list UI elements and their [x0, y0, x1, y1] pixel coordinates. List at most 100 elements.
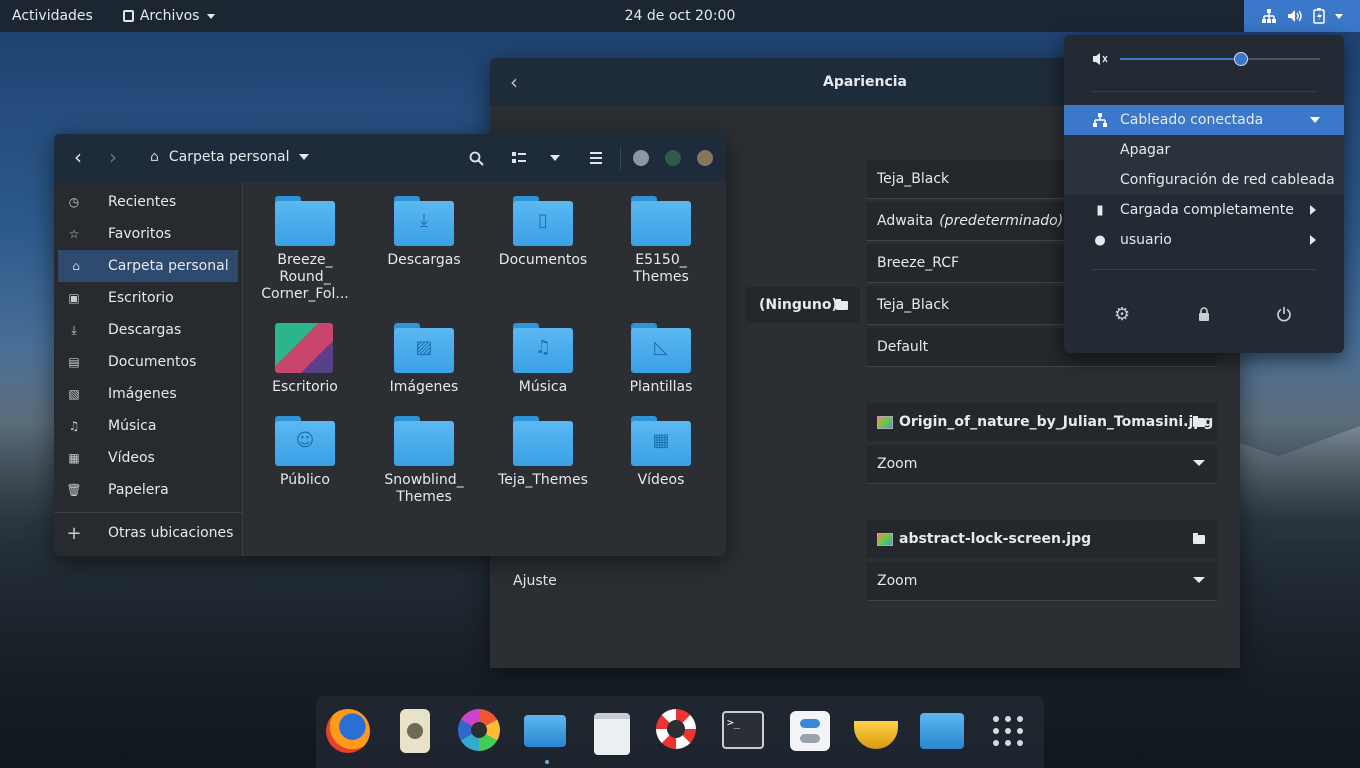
file-item[interactable]: ♫ Música: [484, 323, 602, 396]
document-icon: ▤: [68, 355, 80, 369]
activities-button[interactable]: Actividades: [12, 8, 93, 24]
volume-icon: [1288, 10, 1302, 22]
genie-lamp-icon[interactable]: [854, 709, 900, 755]
download-icon: ⤓: [71, 322, 77, 337]
files-icon[interactable]: [524, 709, 570, 755]
star-icon: ☆: [68, 227, 80, 241]
file-item-label: E5150_ Themes: [633, 252, 689, 285]
sidebar-item-1[interactable]: ☆ Favoritos: [54, 218, 242, 250]
tweaks-icon[interactable]: [788, 709, 834, 755]
shell-theme-none-button[interactable]: (Ninguno): [746, 287, 860, 323]
background-image-button[interactable]: Origin_of_nature_by_Julian_Tomasini.jpg: [867, 403, 1217, 441]
sidebar-item-label: Imágenes: [108, 386, 177, 402]
menu-item-wired-settings[interactable]: Configuración de red cableada: [1064, 165, 1344, 195]
clock-icon: ◷: [68, 195, 80, 209]
search-icon[interactable]: [469, 151, 484, 166]
rhythmbox-icon[interactable]: [392, 709, 438, 755]
volume-slider[interactable]: [1120, 52, 1320, 66]
file-grid: Breeze_ Round_ Corner_Fol... ⤓ Descargas ▯ D…: [242, 182, 726, 556]
dock: >_: [316, 696, 1044, 768]
file-item[interactable]: ▦ Vídeos: [602, 416, 720, 489]
sidebar-item-6[interactable]: ▧ Imágenes: [54, 378, 242, 410]
folder-icon: [394, 416, 454, 466]
terminal-icon[interactable]: >_: [722, 709, 768, 755]
header-divider: [620, 146, 621, 170]
file-item[interactable]: ▯ Documentos: [484, 196, 602, 269]
sidebar-item-4[interactable]: ⤓ Descargas: [54, 314, 242, 346]
view-options-chevron-icon[interactable]: [550, 155, 560, 161]
sidebar-item-3[interactable]: ▣ Escritorio: [54, 282, 242, 314]
battery-submenu[interactable]: ▮ Cargada completamente: [1064, 195, 1344, 225]
plus-icon: +: [66, 522, 82, 544]
clock[interactable]: 24 de oct 20:00: [625, 8, 736, 24]
lock-adjust-combo[interactable]: Zoom: [867, 562, 1217, 601]
chevron-right-icon: [1310, 205, 1316, 215]
file-item[interactable]: ☺ Público: [246, 416, 364, 489]
file-item-label: Teja_Themes: [498, 472, 588, 488]
chevron-down-icon: [1193, 460, 1205, 466]
background-adjust-combo[interactable]: Zoom: [867, 445, 1217, 484]
folder-icon: ☺: [275, 416, 335, 466]
software-icon[interactable]: [458, 709, 504, 755]
trash-icon[interactable]: [920, 709, 966, 755]
folder-emblem-icon: ▦: [652, 430, 670, 451]
store-icon[interactable]: [590, 709, 636, 755]
sidebar-item-label: Música: [108, 418, 157, 434]
file-item[interactable]: E5150_ Themes: [602, 196, 720, 286]
sidebar-item-7[interactable]: ♫ Música: [54, 410, 242, 442]
sidebar-item-8[interactable]: ▦ Vídeos: [54, 442, 242, 474]
view-list-icon[interactable]: [512, 152, 526, 164]
minimize-button[interactable]: [633, 150, 649, 166]
home-icon: ⌂: [72, 259, 80, 273]
sidebar-item-other-locations[interactable]: + Otras ubicaciones: [54, 517, 242, 549]
folder-emblem-icon: ⤓: [420, 210, 428, 231]
file-item[interactable]: Escritorio: [246, 323, 364, 396]
folder-icon: [513, 416, 573, 466]
network-submenu[interactable]: Cableado conectada: [1064, 105, 1344, 135]
music-icon: ♫: [68, 419, 80, 433]
user-submenu[interactable]: ● usuario: [1064, 225, 1344, 255]
sidebar-item-label: Favoritos: [108, 226, 172, 242]
sidebar-item-9[interactable]: 🗑 Papelera: [54, 474, 242, 506]
menu-icon[interactable]: [590, 152, 602, 164]
file-item[interactable]: Teja_Themes: [484, 416, 602, 489]
file-item[interactable]: ▨ Imágenes: [365, 323, 483, 396]
file-item[interactable]: ◺ Plantillas: [602, 323, 720, 396]
sidebar-item-5[interactable]: ▤ Documentos: [54, 346, 242, 378]
volume-slider-handle[interactable]: [1234, 52, 1248, 66]
show-applications-icon[interactable]: [986, 709, 1032, 755]
settings-gear-icon[interactable]: ⚙: [1114, 304, 1130, 325]
power-icon[interactable]: [1276, 306, 1292, 322]
back-button[interactable]: ‹: [74, 145, 82, 169]
app-menu-label: Archivos: [139, 8, 200, 24]
sidebar-item-0[interactable]: ◷ Recientes: [54, 186, 242, 218]
desktop-folder-icon: [275, 323, 335, 373]
lock-image-button[interactable]: abstract-lock-screen.jpg: [867, 520, 1217, 558]
file-item-label: Escritorio: [272, 379, 338, 395]
app-menu-button[interactable]: Archivos: [122, 8, 216, 24]
chevron-down-icon: [207, 13, 216, 19]
file-item-label: Vídeos: [637, 472, 685, 488]
folder-icon: [836, 299, 848, 310]
help-icon[interactable]: [656, 709, 702, 755]
close-button[interactable]: [697, 150, 713, 166]
folder-emblem-icon: ◺: [654, 337, 668, 358]
maximize-button[interactable]: [665, 150, 681, 166]
file-item[interactable]: Breeze_ Round_ Corner_Fol...: [246, 196, 364, 303]
file-item[interactable]: ⤓ Descargas: [365, 196, 483, 269]
file-item[interactable]: Snowblind_ Themes: [365, 416, 483, 506]
top-bar: Actividades Archivos 24 de oct 20:00: [0, 0, 1360, 32]
firefox-icon[interactable]: [326, 709, 372, 755]
file-item-label: Imágenes: [389, 379, 459, 395]
folder-emblem-icon: ♫: [534, 337, 552, 358]
chevron-down-icon: [1193, 577, 1205, 583]
volume-slider-fill: [1120, 58, 1240, 60]
folder-icon: ▦: [631, 416, 691, 466]
path-bar[interactable]: ⌂ Carpeta personal: [150, 149, 310, 165]
menu-item-turn-off[interactable]: Apagar: [1064, 135, 1344, 165]
lock-icon[interactable]: [1198, 307, 1210, 321]
system-tray[interactable]: [1244, 0, 1360, 32]
sidebar-item-2[interactable]: ⌂ Carpeta personal: [58, 250, 238, 282]
files-headerbar: ‹ › ⌂ Carpeta personal: [54, 134, 726, 182]
forward-button[interactable]: ›: [109, 145, 117, 169]
